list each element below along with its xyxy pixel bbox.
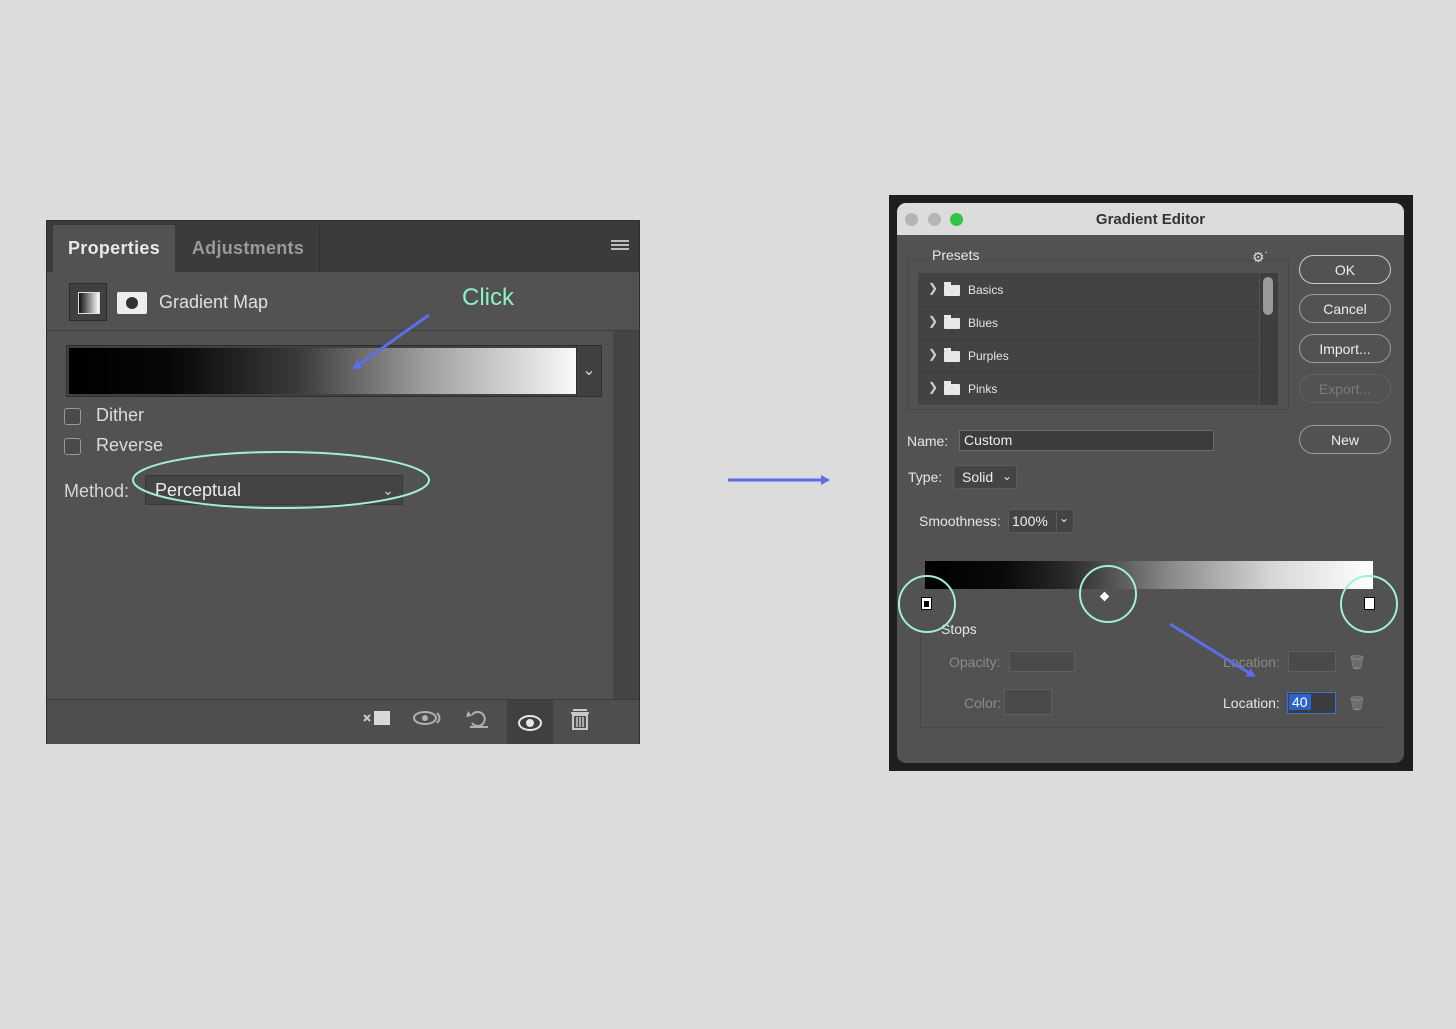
color-stop-white[interactable] [1364,597,1375,610]
trash-icon[interactable] [563,707,597,737]
folder-icon [944,381,960,395]
view-previous-state-icon[interactable] [411,707,445,737]
adjustment-title: Gradient Map [159,292,269,312]
type-select[interactable]: Solid ⌄ [953,465,1017,489]
opacity-location-field[interactable] [1288,651,1336,672]
name-field[interactable]: Custom [959,430,1214,451]
clip-to-layer-icon[interactable] [360,707,394,737]
presets-label: Presets [929,247,983,263]
list-item[interactable]: ❯ Pinks [918,372,1259,405]
chevron-right-icon[interactable]: ❯ [928,281,938,295]
color-label: Color: [964,695,1002,711]
presets-scrollbar[interactable] [1260,273,1278,405]
adjustment-header: Gradient Map Click [47,272,639,331]
type-value: Solid [962,469,994,485]
layer-mask-icon[interactable] [117,292,147,314]
properties-content: ⌄ Dither Reverse Method: Perceptual ⌄ [52,331,614,699]
new-button[interactable]: New [1299,425,1391,454]
delete-opacity-stop-icon[interactable]: 🗑 [1348,654,1366,671]
chevron-right-icon[interactable]: ❯ [928,380,938,394]
export-button[interactable]: Export... [1299,374,1391,403]
color-stop-black[interactable] [921,597,932,610]
reverse-label: Reverse [96,435,164,455]
method-select[interactable]: Perceptual ⌄ [145,475,403,505]
stops-label: Stops [941,621,977,637]
preset-folder-name: Pinks [968,382,998,396]
chevron-right-icon[interactable]: ❯ [928,314,938,328]
list-item[interactable]: ❯ Purples [918,339,1259,373]
gradient-picker[interactable]: ⌄ [66,345,602,397]
chevron-down-icon: ⌄ [1001,469,1012,483]
dither-label: Dither [96,405,145,425]
gradient-bar[interactable] [925,561,1373,589]
delete-color-stop-icon[interactable]: 🗑 [1348,695,1366,712]
method-value: Perceptual [155,480,242,500]
chevron-right-icon[interactable]: ❯ [928,347,938,361]
chevron-down-icon[interactable]: ⌄ [1056,511,1071,531]
panel-scrollbar[interactable] [613,331,639,699]
preset-folder-name: Basics [968,283,1004,297]
reset-icon[interactable] [462,707,496,737]
color-location-label: Location: [1223,695,1280,711]
type-label: Type: [908,469,943,485]
panel-menu-icon[interactable] [611,240,629,252]
dialog-titlebar: Gradient Editor [897,203,1404,235]
midpoint-diamond[interactable] [1098,590,1111,603]
dialog-title: Gradient Editor [1095,211,1206,228]
click-annotation-label: Click [462,284,514,311]
import-button[interactable]: Import... [1299,334,1391,363]
smoothness-value: 100% [1012,513,1048,529]
folder-icon [944,282,960,296]
opacity-field[interactable] [1009,651,1075,672]
color-swatch[interactable] [1004,689,1052,715]
list-item[interactable]: ❯ Blues [918,306,1259,340]
preset-folder-name: Blues [968,316,999,330]
color-location-value: 40 [1289,694,1311,710]
presets-list: ❯ Basics ❯ Blues ❯ Purples ❯ Pinks [918,273,1259,405]
opacity-location-label: Location: [1223,654,1280,670]
gear-icon[interactable]: ⚙˙ [1252,249,1269,266]
gradient-editor-dialog: Gradient Editor Presets ⚙˙ ❯ Basics ❯ Bl… [897,203,1404,763]
smoothness-select[interactable]: 100% ⌄ [1008,509,1074,533]
tab-bar: Properties Adjustments [47,221,639,272]
gradient-preview[interactable] [69,348,577,394]
tab-properties[interactable]: Properties [53,225,175,272]
panel-footer [47,699,639,744]
color-location-field[interactable]: 40 [1287,692,1336,714]
method-label: Method: [64,481,130,501]
name-label: Name: [907,433,949,449]
dither-checkbox[interactable] [64,408,81,425]
folder-icon [944,315,960,329]
folder-icon [944,348,960,362]
reverse-checkbox[interactable] [64,438,81,455]
gradient-dropdown-chevron-icon[interactable]: ⌄ [576,346,601,396]
visibility-eye-icon[interactable] [507,700,553,744]
list-item[interactable]: ❯ Basics [918,273,1259,307]
gradient-map-icon[interactable] [69,283,107,321]
preset-folder-name: Purples [968,349,1009,363]
tab-adjustments[interactable]: Adjustments [177,225,320,272]
ok-button[interactable]: OK [1299,255,1391,284]
properties-panel: Properties Adjustments Gradient Map Clic… [46,220,640,744]
smoothness-label: Smoothness: [919,513,1001,529]
cancel-button[interactable]: Cancel [1299,294,1391,323]
opacity-label: Opacity: [949,654,1001,670]
chevron-down-icon: ⌄ [382,482,394,498]
